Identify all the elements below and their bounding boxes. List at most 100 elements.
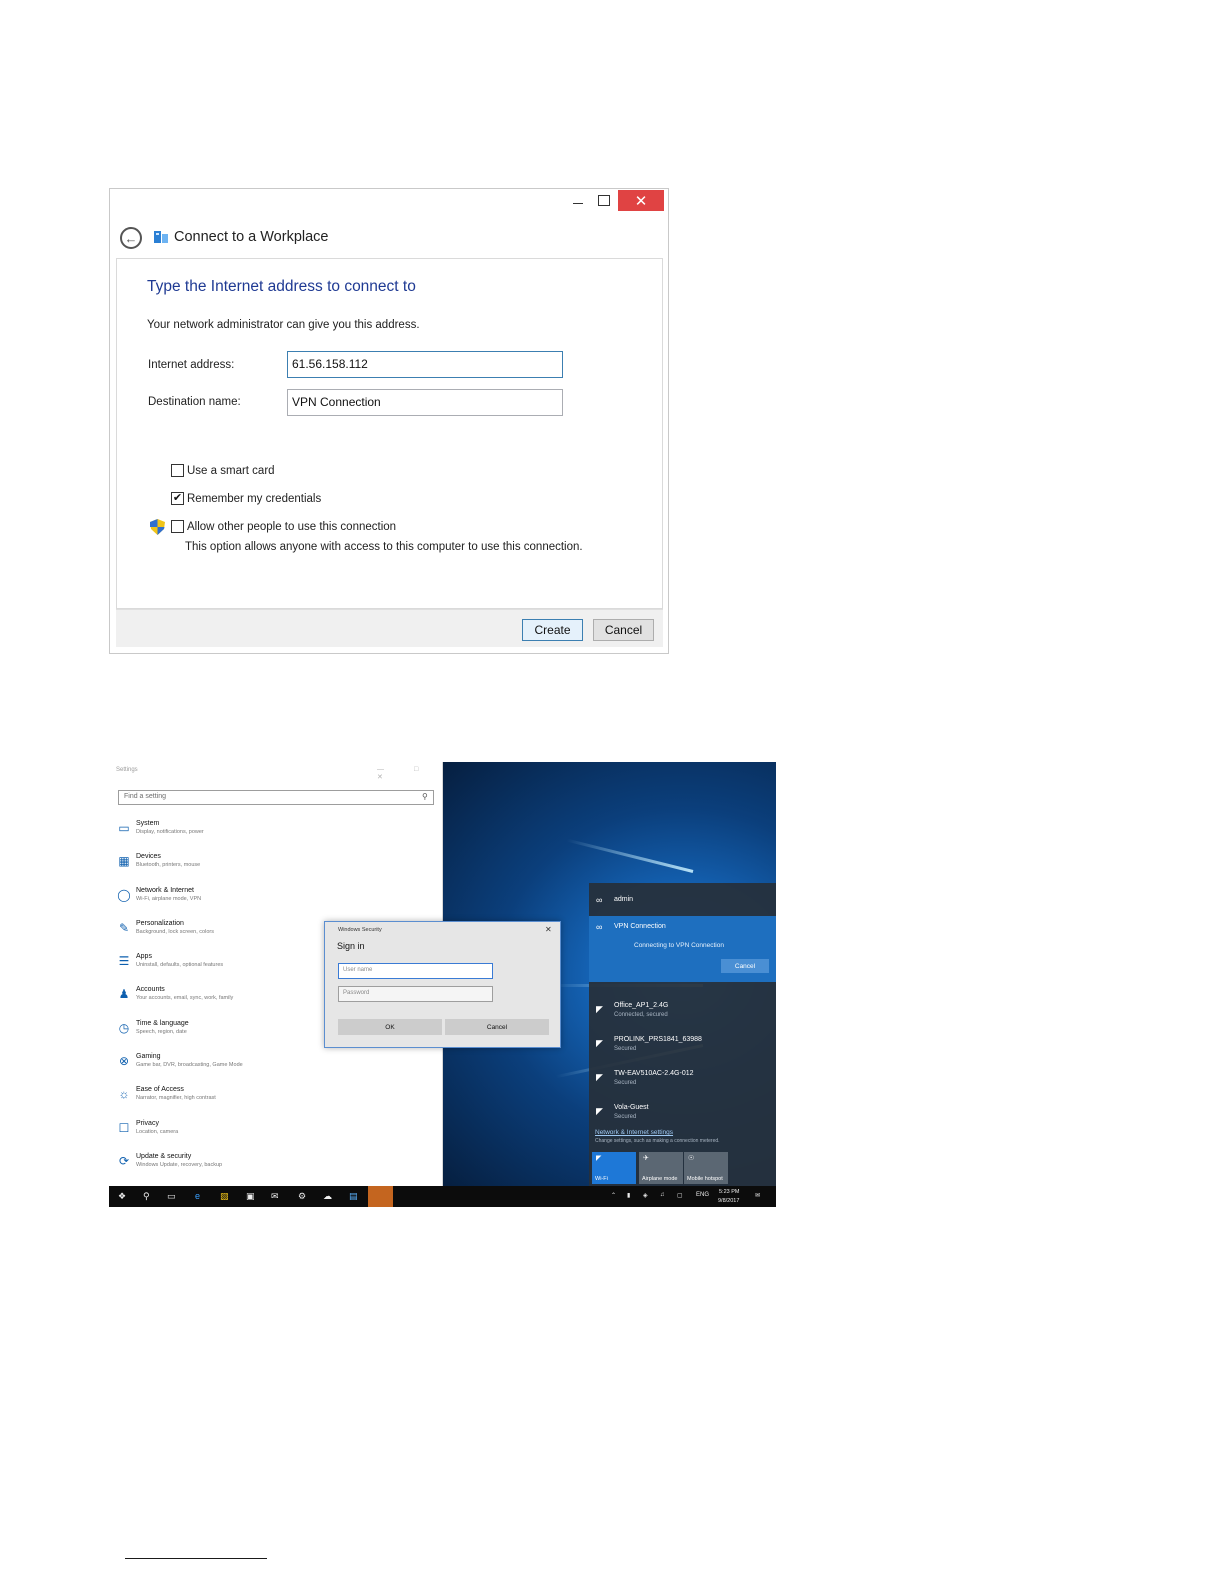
mobile-hotspot-tile[interactable]: ☉ Mobile hotspot	[684, 1152, 728, 1184]
accessibility-icon: ☼	[118, 1087, 130, 1101]
close-button[interactable]: ✕	[618, 190, 664, 211]
vpn-link-icon: ∞	[596, 895, 603, 905]
network-app-icon[interactable]: ☁	[323, 1191, 332, 1202]
settings-category-system[interactable]: ▭ System Display, notifications, power	[109, 820, 429, 850]
globe-icon: ◯	[117, 888, 131, 902]
active-app-icon[interactable]	[368, 1186, 393, 1207]
tile-label: Airplane mode	[642, 1176, 678, 1182]
find-setting-input[interactable]: Find a setting	[118, 790, 434, 805]
settings-window-controls[interactable]: — □ ✕	[377, 766, 442, 781]
category-name: Personalization	[136, 920, 184, 927]
network-workplace-icon	[154, 231, 168, 243]
store-icon[interactable]: ▣	[246, 1191, 255, 1202]
taskbar: ❖ ⚲ ▭ e ▧ ▣ ✉ ⚙ ☁ ▤ ⌃ ▮ ◈ ♫ ▢ ENG 5:23 P…	[109, 1186, 776, 1207]
lock-icon: ☐	[118, 1121, 130, 1135]
category-desc: Game bar, DVR, broadcasting, Game Mode	[136, 1062, 243, 1068]
wifi-network-item[interactable]: ◤ PROLINK_PRS1841_63988 Secured	[589, 1036, 776, 1068]
airplane-mode-tile[interactable]: ✈ Airplane mode	[639, 1152, 683, 1184]
footnote-rule	[125, 1558, 267, 1559]
windows-desktop-screenshot: Settings — □ ✕ Find a setting ⚲ ▭ System…	[109, 762, 776, 1207]
wifi-icon: ◤	[596, 1072, 603, 1082]
settings-category-network[interactable]: ◯ Network & Internet Wi-Fi, airplane mod…	[109, 887, 429, 917]
network-name: PROLINK_PRS1841_63988	[614, 1036, 702, 1043]
category-name: Ease of Access	[136, 1086, 184, 1093]
destination-name-label: Destination name:	[148, 396, 241, 408]
internet-address-input[interactable]: 61.56.158.112	[287, 351, 563, 378]
wifi-icon: ◤	[596, 1106, 603, 1116]
network-tray-icon[interactable]: ◈	[643, 1192, 648, 1199]
window-app-icon[interactable]: ▤	[349, 1191, 358, 1202]
search-icon[interactable]: ⚲	[143, 1191, 150, 1202]
close-icon[interactable]: ✕	[545, 925, 552, 934]
mail-icon[interactable]: ✉	[271, 1191, 279, 1202]
keyboard-icon[interactable]: ▢	[677, 1192, 683, 1199]
settings-category-update-security[interactable]: ⟳ Update & security Windows Update, reco…	[109, 1153, 429, 1183]
network-status: Connected, secured	[614, 1012, 668, 1018]
smart-card-label[interactable]: Use a smart card	[187, 465, 275, 477]
network-name: TW-EAV510AC-2.4G-012	[614, 1070, 694, 1077]
windows-security-dialog: Windows Security ✕ Sign in User name Pas…	[324, 921, 561, 1048]
category-desc: Windows Update, recovery, backup	[136, 1162, 223, 1168]
ok-button[interactable]: OK	[338, 1019, 442, 1035]
allow-others-note: This option allows anyone with access to…	[185, 541, 583, 553]
network-status: Secured	[614, 1080, 637, 1086]
remember-credentials-label[interactable]: Remember my credentials	[187, 493, 321, 505]
wifi-network-item[interactable]: ◤ Vola-Guest Secured	[589, 1104, 776, 1128]
task-view-icon[interactable]: ▭	[167, 1191, 176, 1202]
create-button[interactable]: Create	[522, 619, 583, 641]
wifi-icon: ◤	[596, 1155, 602, 1162]
settings-category-gaming[interactable]: ⊗ Gaming Game bar, DVR, broadcasting, Ga…	[109, 1053, 429, 1083]
category-desc: Speech, region, date	[136, 1029, 187, 1035]
category-name: Devices	[136, 853, 161, 860]
wifi-icon: ◤	[596, 1004, 603, 1014]
wifi-icon: ◤	[596, 1038, 603, 1048]
xbox-icon: ⊗	[118, 1054, 130, 1068]
allow-others-label[interactable]: Allow other people to use this connectio…	[187, 521, 396, 533]
wifi-network-item[interactable]: ◤ TW-EAV510AC-2.4G-012 Secured	[589, 1070, 776, 1102]
settings-gear-icon[interactable]: ⚙	[298, 1191, 306, 1202]
battery-icon[interactable]: ▮	[627, 1192, 630, 1199]
start-icon[interactable]: ❖	[118, 1191, 126, 1202]
vpn-cancel-button[interactable]: Cancel	[721, 959, 769, 973]
cancel-button[interactable]: Cancel	[445, 1019, 549, 1035]
category-desc: Background, lock screen, colors	[136, 929, 214, 935]
volume-icon[interactable]: ♫	[660, 1192, 665, 1198]
category-desc: Wi-Fi, airplane mode, VPN	[136, 896, 202, 902]
notifications-icon[interactable]: ✉	[755, 1192, 760, 1199]
wifi-tile[interactable]: ◤ Wi-Fi	[592, 1152, 636, 1184]
remember-credentials-checkbox[interactable]: ✔	[171, 492, 184, 505]
network-name: Vola-Guest	[614, 1104, 649, 1111]
smart-card-checkbox[interactable]	[171, 464, 184, 477]
destination-name-input[interactable]: VPN Connection	[287, 389, 563, 416]
account-row[interactable]: ∞ admin	[589, 883, 776, 915]
vpn-link-icon: ∞	[596, 922, 603, 932]
edge-icon[interactable]: e	[195, 1191, 200, 1201]
cancel-button[interactable]: Cancel	[593, 619, 654, 641]
clock-time[interactable]: 5:23 PM	[719, 1189, 739, 1195]
settings-category-devices[interactable]: ▦ Devices Bluetooth, printers, mouse	[109, 853, 429, 883]
category-desc: Narrator, magnifier, high contrast	[136, 1095, 216, 1101]
category-desc: Display, notifications, power	[136, 829, 204, 835]
network-settings-desc: Change settings, such as making a connec…	[595, 1138, 720, 1144]
language-indicator[interactable]: ENG	[696, 1192, 709, 1198]
allow-others-checkbox[interactable]	[171, 520, 184, 533]
username-input[interactable]: User name	[338, 963, 493, 979]
password-input[interactable]: Password	[338, 986, 493, 1002]
file-explorer-icon[interactable]: ▧	[220, 1191, 229, 1202]
security-dialog-title: Windows Security	[338, 927, 382, 933]
account-name: admin	[614, 896, 634, 903]
wifi-network-item[interactable]: ◤ Office_AP1_2.4G Connected, secured	[589, 1002, 776, 1034]
vpn-name: VPN Connection	[614, 923, 666, 930]
category-name: Apps	[136, 953, 152, 960]
show-hidden-icons[interactable]: ⌃	[611, 1192, 616, 1199]
network-settings-link[interactable]: Network & Internet settings	[595, 1129, 673, 1136]
settings-category-privacy[interactable]: ☐ Privacy Location, camera	[109, 1120, 429, 1150]
category-name: Privacy	[136, 1120, 159, 1127]
category-desc: Bluetooth, printers, mouse	[136, 862, 201, 868]
category-name: Time & language	[136, 1020, 189, 1027]
keyboard-icon: ▦	[118, 854, 130, 868]
clock-date[interactable]: 9/8/2017	[718, 1198, 739, 1204]
category-name: Accounts	[136, 986, 165, 993]
settings-category-ease-of-access[interactable]: ☼ Ease of Access Narrator, magnifier, hi…	[109, 1086, 429, 1116]
back-arrow-icon[interactable]: ←	[120, 227, 142, 249]
